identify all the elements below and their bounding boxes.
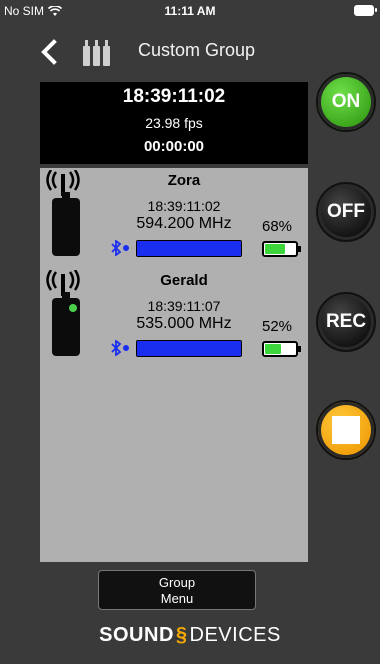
transmitter-icon — [52, 192, 80, 256]
transmitter-group-icon — [83, 40, 110, 66]
battery-fill — [265, 344, 281, 354]
rec-button[interactable]: REC — [316, 292, 376, 352]
brand-part2: DEVICES — [189, 624, 281, 646]
sound-devices-logo-icon: § — [175, 624, 188, 646]
stop-icon — [332, 416, 360, 444]
device-row[interactable]: Gerald 18:39:11:07 535.000 MHz 52% — [40, 268, 308, 368]
off-button[interactable]: OFF — [316, 182, 376, 242]
menu-label-line1: Group — [158, 575, 196, 590]
frame-rate: 23.98 fps — [145, 115, 203, 131]
stop-button[interactable] — [316, 400, 376, 460]
battery-percent: 68% — [262, 218, 293, 235]
status-bar: No SIM 11:11 AM — [0, 0, 380, 22]
menu-label-line2: Menu — [160, 591, 194, 606]
device-frequency: 535.000 MHz — [136, 315, 232, 332]
audio-level-meter — [136, 340, 242, 357]
battery-fill — [265, 244, 286, 254]
device-row[interactable]: Zora 18:39:11:02 594.200 MHz 68% — [40, 168, 308, 268]
audio-level-meter — [136, 240, 242, 257]
audio-level-fill — [137, 341, 241, 356]
device-timecode: 18:39:11:02 — [147, 198, 221, 214]
device-name: Gerald — [160, 272, 208, 289]
on-button[interactable]: ON — [316, 72, 376, 132]
bluetooth-icon — [111, 340, 129, 356]
battery-icon — [262, 241, 301, 257]
timecode-offset: 00:00:00 — [143, 138, 205, 155]
nav-bar: Custom Group — [0, 30, 380, 72]
group-menu-button[interactable]: Group Menu — [98, 570, 256, 610]
battery-icon — [354, 5, 377, 16]
bluetooth-icon — [111, 240, 129, 256]
device-timecode: 18:39:11:07 — [147, 298, 221, 314]
device-list: Zora 18:39:11:02 594.200 MHz 68% Gerald … — [40, 168, 308, 562]
timecode-display: 18:39:11:02 23.98 fps 00:00:00 — [40, 82, 308, 164]
brand-part1: SOUND — [99, 624, 174, 646]
device-name: Zora — [167, 172, 201, 189]
clock: 11:11 AM — [164, 4, 216, 18]
chevron-left-icon[interactable] — [36, 38, 64, 66]
battery-icon — [262, 341, 301, 357]
timecode-main: 18:39:11:02 — [122, 86, 226, 107]
audio-level-fill — [137, 241, 241, 256]
brand-logo: SOUND § DEVICES — [0, 624, 380, 647]
device-frequency: 594.200 MHz — [136, 215, 232, 232]
status-led-icon — [69, 304, 77, 312]
transmitter-icon — [52, 292, 80, 356]
battery-percent: 52% — [262, 318, 293, 335]
page-title: Custom Group — [138, 40, 256, 60]
